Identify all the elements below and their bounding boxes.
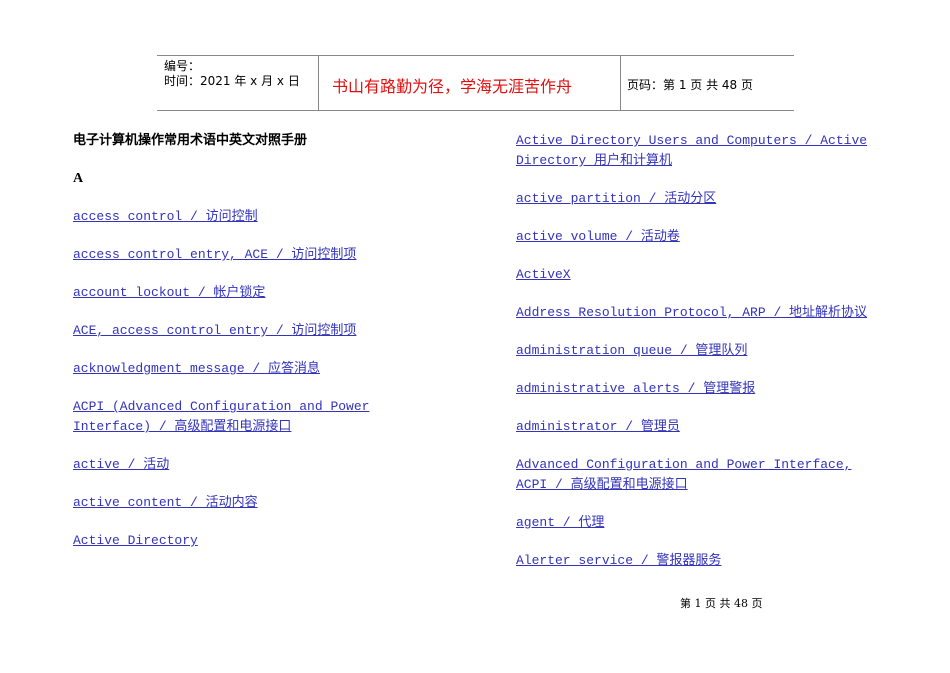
document-page: 编号： 时间：2021 年 x 月 x 日 书山有路勤为径，学海无涯苦作舟 页码… (0, 0, 950, 673)
glossary-entry-link[interactable]: administrator / 管理员 (516, 417, 876, 437)
glossary-entry-link[interactable]: access control / 访问控制 (73, 207, 433, 227)
glossary-entry-link[interactable]: active / 活动 (73, 455, 433, 475)
glossary-entry-link[interactable]: administration queue / 管理队列 (516, 341, 876, 361)
header-page-info: 页码：第 1 页 共 48 页 (627, 78, 753, 92)
glossary-entry-link[interactable]: ACE, access control entry / 访问控制项 (73, 321, 433, 341)
glossary-entry-link[interactable]: ActiveX (516, 265, 876, 285)
right-column: Active Directory Users and Computers / A… (516, 131, 876, 589)
date-label: 时间：2021 年 x 月 x 日 (164, 74, 300, 88)
number-label: 编号： (164, 59, 201, 73)
page-header: 编号： 时间：2021 年 x 月 x 日 书山有路勤为径，学海无涯苦作舟 页码… (157, 55, 794, 111)
document-title: 电子计算机操作常用术语中英文对照手册 (73, 133, 308, 148)
header-meta: 编号： 时间：2021 年 x 月 x 日 (164, 59, 300, 89)
glossary-entry-link[interactable]: active content / 活动内容 (73, 493, 433, 513)
glossary-entry-link[interactable]: ACPI (Advanced Configuration and Power I… (73, 397, 433, 437)
section-letter: A (73, 171, 84, 186)
glossary-entry-link[interactable]: Advanced Configuration and Power Interfa… (516, 455, 876, 495)
glossary-entry-link[interactable]: agent / 代理 (516, 513, 876, 533)
header-divider (318, 56, 319, 110)
glossary-entry-link[interactable]: account lockout / 帐户锁定 (73, 283, 433, 303)
glossary-entry-link[interactable]: Address Resolution Protocol, ARP / 地址解析协… (516, 303, 876, 323)
page-footer: 第 1 页 共 48 页 (680, 597, 763, 610)
glossary-entry-link[interactable]: Active Directory Users and Computers / A… (516, 131, 876, 171)
glossary-entry-link[interactable]: access control entry, ACE / 访问控制项 (73, 245, 433, 265)
header-motto: 书山有路勤为径，学海无涯苦作舟 (332, 77, 573, 96)
header-divider (620, 56, 621, 110)
glossary-entry-link[interactable]: active volume / 活动卷 (516, 227, 876, 247)
glossary-entry-link[interactable]: administrative alerts / 管理警报 (516, 379, 876, 399)
glossary-entry-link[interactable]: Alerter service / 警报器服务 (516, 551, 876, 571)
glossary-entry-link[interactable]: acknowledgment message / 应答消息 (73, 359, 433, 379)
left-column: 电子计算机操作常用术语中英文对照手册 A access control / 访问… (73, 131, 433, 569)
glossary-entry-link[interactable]: Active Directory (73, 531, 433, 551)
glossary-entry-link[interactable]: active partition / 活动分区 (516, 189, 876, 209)
